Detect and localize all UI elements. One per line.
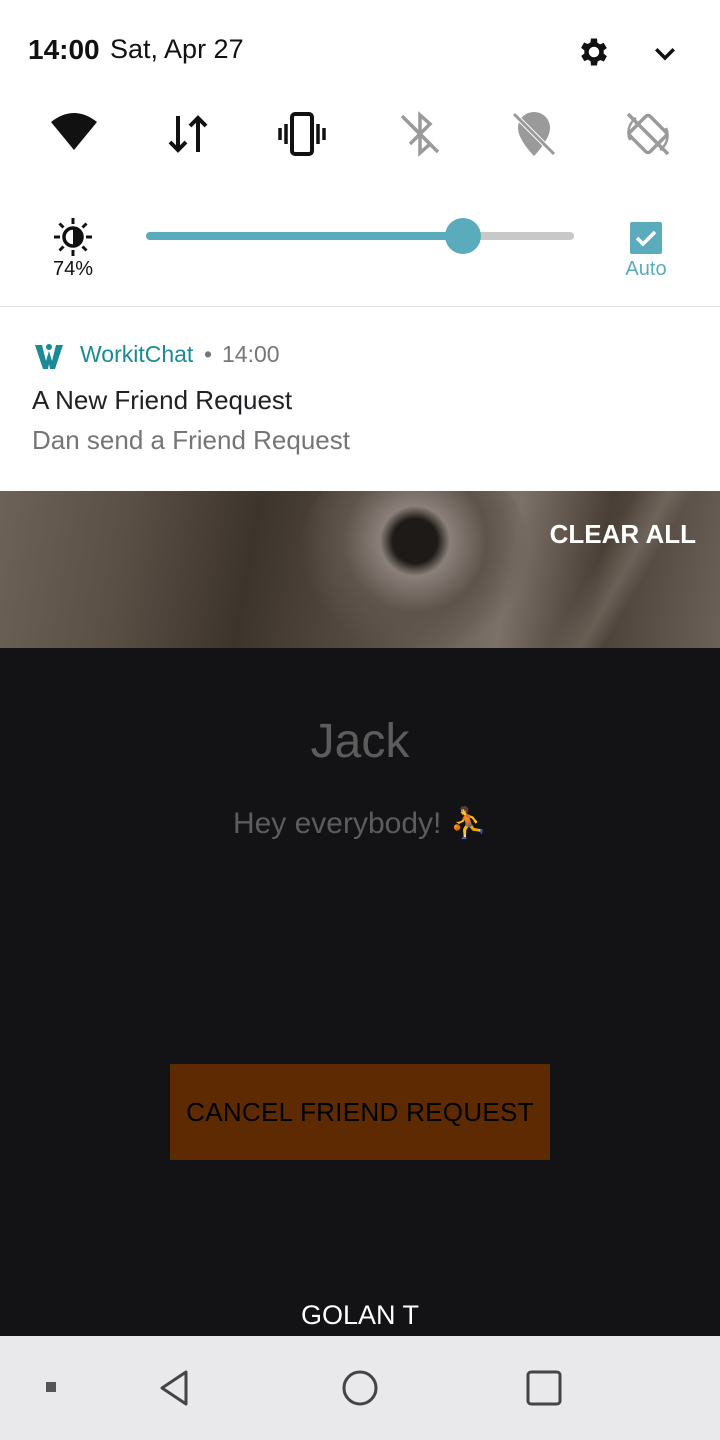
brightness-slider-fill	[146, 232, 463, 240]
cancel-friend-request-button[interactable]: CANCEL FRIEND REQUEST	[170, 1064, 550, 1160]
vibrate-icon[interactable]	[276, 108, 328, 160]
brightness-icon	[52, 216, 94, 258]
auto-rotate-off-icon[interactable]	[622, 108, 674, 160]
photo-highlight	[520, 491, 720, 648]
dog-photo-shape	[300, 491, 530, 648]
profile-cover-photo: CLEAR ALL	[0, 491, 720, 648]
notification-separator: •	[204, 341, 213, 367]
footer-name: GOLAN T	[300, 1300, 420, 1330]
mobile-data-icon[interactable]	[162, 108, 214, 160]
home-icon[interactable]	[336, 1364, 384, 1412]
recents-icon[interactable]	[520, 1364, 568, 1412]
brightness-slider[interactable]	[146, 218, 574, 254]
gear-icon[interactable]	[576, 34, 612, 70]
notification-body: Dan send a Friend Request	[32, 425, 350, 455]
profile-name: Jack	[310, 715, 410, 768]
auto-brightness-label: Auto	[625, 258, 667, 280]
navigation-bar	[0, 1336, 720, 1440]
workitchat-logo-icon	[34, 341, 64, 371]
bluetooth-off-icon[interactable]	[394, 108, 446, 160]
back-icon[interactable]	[150, 1364, 198, 1412]
location-off-icon[interactable]	[508, 108, 560, 160]
brightness-value: 74%	[52, 258, 94, 280]
chevron-down-icon[interactable]	[650, 38, 680, 68]
wifi-icon[interactable]	[48, 108, 100, 160]
quick-settings-panel: 14:00 Sat, Apr 27 74% Auto	[0, 0, 720, 307]
status-date: Sat, Apr 27	[110, 34, 244, 64]
status-row: 14:00 Sat, Apr 27	[0, 0, 720, 100]
clear-all-button[interactable]: CLEAR ALL	[550, 519, 696, 550]
notification-app-name: WorkitChat	[80, 341, 194, 367]
status-time: 14:00	[28, 34, 100, 65]
auto-brightness-checkbox[interactable]	[630, 222, 662, 254]
notification-time: 14:00	[222, 341, 280, 367]
notification-title: A New Friend Request	[32, 385, 293, 415]
brightness-slider-thumb[interactable]	[444, 218, 481, 254]
nav-indicator-icon	[46, 1382, 56, 1392]
profile-status: Hey everybody! ⛹	[232, 807, 488, 840]
notification-card[interactable]: WorkitChat • 14:00 A New Friend Request …	[0, 307, 720, 491]
